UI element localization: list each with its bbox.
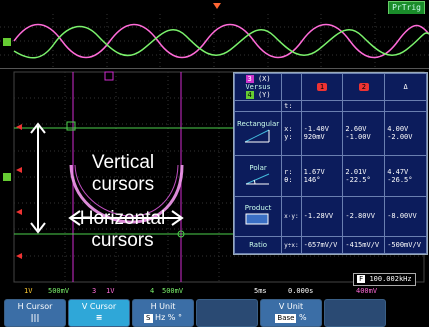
ch4-ground-marker [3, 173, 11, 181]
v-cursor-button[interactable]: V Cursor ≡ [68, 299, 130, 327]
row-product: Product x·y: -1.28VV -2.80VV -8.00VV [233, 195, 427, 238]
frequency-readout: F 100.002kHz [353, 273, 416, 286]
upper-waveform-svg [0, 14, 429, 68]
trigger-status-badge: PrTrig [388, 1, 425, 15]
vertical-annotation-arrow [30, 122, 46, 234]
horizontal-cursors-annotation: Horizontal cursors [79, 208, 166, 251]
h-cursor-button[interactable]: H Cursor ||| [4, 299, 66, 327]
ch-marker-upper [3, 38, 11, 46]
upper-waveform-pane [0, 14, 429, 69]
trigger-level-readout: 400mV [356, 287, 378, 295]
column-delta: Δ [384, 73, 427, 101]
trigger-position-marker [213, 3, 221, 9]
ch4-scale: 500mV [162, 287, 184, 295]
disabled-softkey-1 [196, 299, 258, 327]
ch2-waveform [13, 25, 429, 59]
soft-menu-bar: H Cursor ||| V Cursor ≡ H Unit S Hz % ° V U… [0, 299, 429, 327]
cursor-readout-table: 3 (X) Versus 4 (Y) 1 2 Δ t: Rectangular … [233, 72, 428, 255]
h-unit-button[interactable]: H Unit S Hz % ° [132, 299, 194, 327]
top-strip: PrTrig [0, 0, 429, 15]
column-cursor1: 1 [300, 73, 344, 101]
timebase-readout: 5ms [254, 287, 267, 295]
column-cursor2: 2 [342, 73, 386, 101]
v-unit-button[interactable]: V Unit Base % [260, 299, 322, 327]
row-rectangular: Rectangular x: y: -1.40V 920mV 2.60V -1.00V… [233, 111, 427, 156]
versus-header: 3 (X) Versus 4 (Y) [233, 73, 283, 101]
ch1-scale: 1V [24, 287, 33, 295]
status-bar: 1V 500mV 3 1V 4 500mV 5ms 0.000s 400mV [0, 286, 429, 296]
disabled-softkey-2 [324, 299, 386, 327]
row-polar: Polar r: θ: 1.67V 146° 2.01V -22.5° 4.47V -2… [233, 154, 427, 197]
ch3-label: 3 [92, 287, 97, 295]
ch1b-scale: 500mV [48, 287, 70, 295]
vertical-cursors-annotation: Vertical cursors [91, 152, 155, 195]
horizontal-position-readout: 0.000s [288, 287, 314, 295]
row-ratio: Ratio y÷x: -657mV/V -415mV/V -500mV/V [233, 236, 427, 254]
ch4-label: 4 [150, 287, 155, 295]
ch3-scale: 1V [106, 287, 115, 295]
ch3-position-marker [104, 71, 114, 81]
